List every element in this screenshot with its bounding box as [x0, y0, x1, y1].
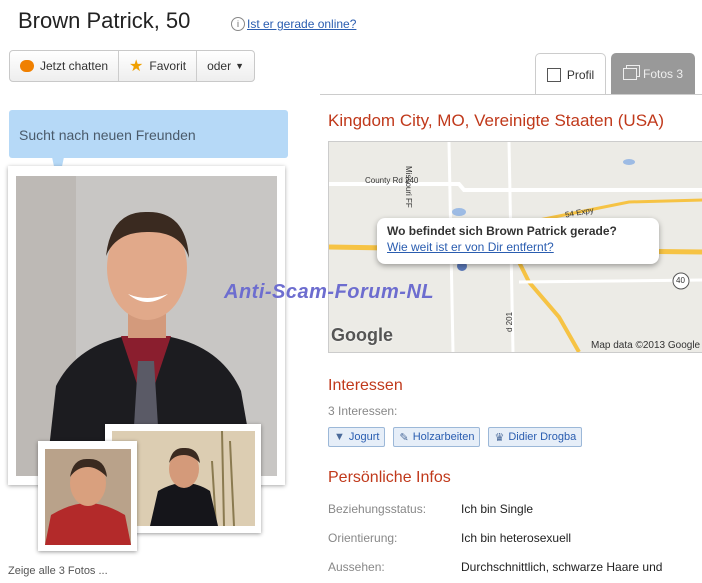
trophy-icon: ♛ [494, 431, 505, 444]
info-row: Aussehen: Durchschnittlich, schwarze Haa… [328, 560, 698, 574]
status-bubble: Sucht nach neuen Freunden [9, 110, 288, 158]
star-icon: ★ [129, 58, 144, 75]
personal-info-heading: Persönliche Infos [328, 469, 451, 486]
map-highway-shield-label: 40 [676, 276, 685, 285]
map-popup-question: Wo befindet sich Brown Patrick gerade? [387, 224, 617, 238]
google-logo: Google [331, 325, 393, 345]
location-heading: Kingdom City, MO, Vereinigte Staaten (US… [328, 111, 665, 130]
tab-profile-label: Profil [566, 67, 595, 82]
info-row: Orientierung: Ich bin heterosexuell [328, 531, 698, 545]
chat-button[interactable]: Jetzt chatten [10, 51, 120, 81]
interest-tag[interactable]: ▼ Jogurt [328, 427, 386, 447]
interest-tags: ▼ Jogurt ✎ Holzarbeiten ♛ Didier Drogba [328, 427, 583, 447]
watermark: Anti-Scam-Forum-NL [224, 281, 435, 303]
map-info-popup: Wo befindet sich Brown Patrick gerade? W… [377, 218, 659, 264]
caret-down-icon: ▼ [235, 61, 245, 71]
photo-thumbnail-1-image [45, 449, 131, 545]
info-icon: i [231, 17, 245, 31]
info-row: Beziehungsstatus: Ich bin Single [328, 502, 698, 516]
tab-profile[interactable]: Profil [535, 53, 606, 95]
more-dropdown[interactable]: oder ▼ [197, 51, 254, 81]
more-dropdown-label: oder [207, 59, 232, 73]
favorite-button[interactable]: ★ Favorit [119, 51, 198, 81]
profile-icon [546, 67, 561, 82]
interests-count: 3 Interessen: [328, 404, 398, 418]
profile-title: Brown Patrick, 50 [18, 8, 191, 33]
photo-thumbnail-1[interactable] [38, 441, 137, 551]
tools-icon: ✎ [399, 431, 409, 444]
info-value: Ich bin heterosexuell [461, 531, 572, 545]
chat-button-label: Jetzt chatten [40, 59, 109, 73]
info-value: Ich bin Single [461, 502, 534, 516]
photos-icon [622, 67, 637, 80]
map-road-label: Missouri FF [404, 166, 413, 208]
man-red-shirt-illustration [45, 449, 131, 545]
info-key: Orientierung: [328, 531, 398, 545]
favorite-button-label: Favorit [149, 59, 187, 73]
tab-photos[interactable]: Fotos 3 [611, 53, 695, 94]
online-status-link[interactable]: Ist er gerade online? [247, 17, 356, 31]
interest-tag[interactable]: ✎ Holzarbeiten [393, 427, 481, 447]
info-key: Beziehungsstatus: [328, 502, 427, 516]
chat-bubble-icon [20, 60, 34, 72]
info-key: Aussehen: [328, 560, 385, 574]
interest-tag-label: Holzarbeiten [412, 431, 475, 443]
location-map[interactable]: County Rd 240 Missouri FF 54 Expy 40 d 2… [328, 141, 702, 353]
map-road-label: d 201 [505, 311, 514, 332]
interests-heading: Interessen [328, 377, 403, 394]
show-all-photos-link[interactable]: Zeige alle 3 Fotos ... [8, 565, 108, 577]
info-value: Durchschnittlich, schwarze Haare und [461, 560, 663, 574]
interest-tag-label: Didier Drogba [508, 431, 577, 443]
distance-link[interactable]: Wie weit ist er von Dir entfernt? [387, 240, 649, 254]
action-button-group: Jetzt chatten ★ Favorit oder ▼ [9, 50, 256, 82]
interest-tag-label: Jogurt [348, 431, 380, 443]
tab-photos-label: Fotos 3 [642, 66, 684, 81]
food-icon: ▼ [334, 431, 345, 443]
interest-tag[interactable]: ♛ Didier Drogba [488, 427, 583, 447]
tab-divider [320, 94, 702, 95]
map-attribution: Map data ©2013 Google [591, 340, 701, 351]
